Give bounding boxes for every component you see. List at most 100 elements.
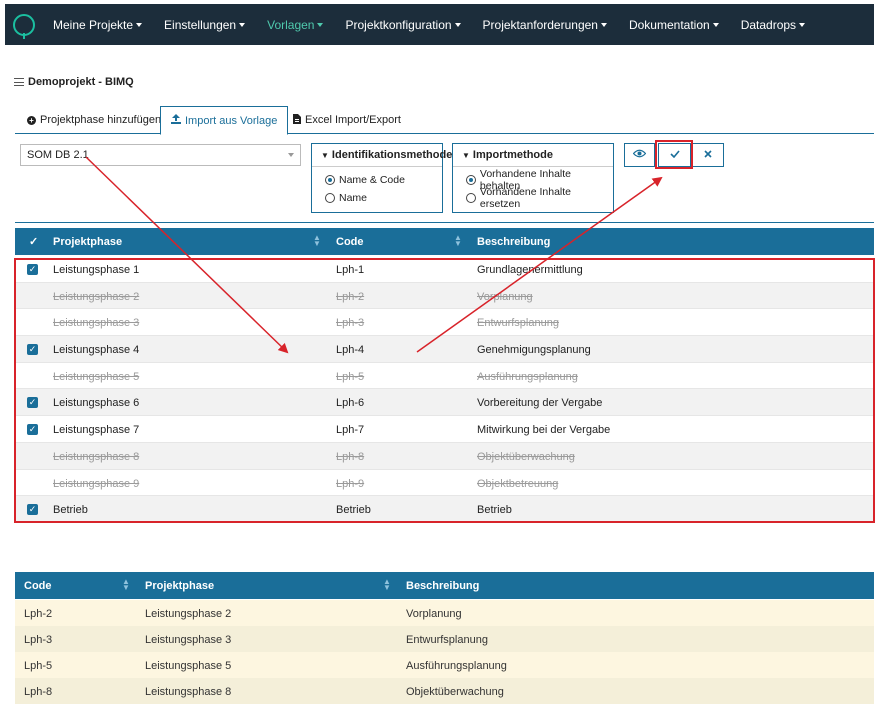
menu-icon[interactable] bbox=[14, 78, 24, 86]
cell-phase: Leistungsphase 5 bbox=[145, 660, 232, 672]
cell-description: Grundlagenermittlung bbox=[477, 264, 583, 276]
radio-name-and-code[interactable]: Name & Code bbox=[312, 171, 442, 189]
column-header-code[interactable]: Code bbox=[336, 236, 364, 248]
template-select[interactable]: SOM DB 2.1 bbox=[20, 144, 301, 166]
cell-code: Lph-6 bbox=[336, 397, 365, 410]
table-row[interactable]: ✓ Leistungsphase 6 Lph-6 Vorbereitung de… bbox=[15, 389, 874, 417]
cell-phase: Leistungsphase 2 bbox=[53, 290, 140, 303]
table-row[interactable]: Leistungsphase 3 Lph-3 Entwurfsplanung bbox=[15, 309, 874, 337]
table-row[interactable]: Leistungsphase 5 Lph-5 Ausführungsplanun… bbox=[15, 362, 874, 390]
row-checkbox[interactable]: ✓ bbox=[27, 424, 38, 436]
row-checkbox[interactable] bbox=[27, 478, 38, 489]
plus-circle-icon: + bbox=[27, 115, 36, 125]
cell-description: Objektbetreuung bbox=[477, 477, 559, 490]
tab-excel-import-export[interactable]: Excel Import/Export bbox=[283, 106, 411, 134]
cell-description: Vorbereitung der Vergabe bbox=[477, 397, 603, 410]
cell-phase: Leistungsphase 5 bbox=[53, 370, 140, 383]
cell-description: Ausführungsplanung bbox=[406, 660, 507, 672]
table-row[interactable]: Leistungsphase 9 Lph-9 Objektbetreuung bbox=[15, 469, 874, 497]
row-checkbox[interactable] bbox=[27, 371, 38, 382]
nav-item-vorlagen[interactable]: Vorlagen bbox=[267, 17, 324, 32]
close-icon bbox=[704, 149, 712, 161]
cell-description: Objektüberwachung bbox=[477, 450, 575, 463]
column-header-code[interactable]: Code bbox=[24, 580, 52, 592]
table-row[interactable]: ✓ Leistungsphase 1 Lph-1 Grundlagenermit… bbox=[15, 256, 874, 283]
row-checkbox[interactable]: ✓ bbox=[27, 264, 38, 275]
cell-code: Lph-5 bbox=[336, 370, 365, 383]
sort-icon[interactable]: ▲ ▼ bbox=[313, 234, 321, 248]
row-checkbox[interactable]: ✓ bbox=[27, 344, 38, 356]
nav-item-datadrops[interactable]: Datadrops bbox=[741, 18, 806, 32]
cell-description: Vorplanung bbox=[477, 290, 533, 303]
table-row[interactable]: Lph-8 Leistungsphase 8 Objektüberwachung bbox=[15, 678, 874, 704]
cell-code: Lph-8 bbox=[336, 450, 365, 463]
radio-replace-content[interactable]: Vorhandene Inhalte ersetzen bbox=[453, 186, 613, 210]
cell-code: Lph-3 bbox=[24, 634, 53, 646]
tab-import-aus-vorlage[interactable]: Import aus Vorlage bbox=[160, 106, 289, 135]
table-row[interactable]: Lph-3 Leistungsphase 3 Entwurfsplanung bbox=[15, 626, 874, 652]
cell-code: Betrieb bbox=[336, 504, 371, 517]
column-header-description[interactable]: Beschreibung bbox=[477, 236, 550, 248]
sort-icon[interactable]: ▲ ▼ bbox=[454, 234, 462, 248]
table-row[interactable]: ✓ Betrieb Betrieb Betrieb bbox=[15, 496, 874, 523]
table-row[interactable]: ✓ Leistungsphase 7 Lph-7 Mitwirkung bei … bbox=[15, 416, 874, 443]
import-method-header[interactable]: ▼ Importmethode bbox=[453, 144, 613, 167]
row-checkbox[interactable] bbox=[27, 291, 38, 302]
identification-method-header[interactable]: ▼ Identifikationsmethode bbox=[312, 144, 452, 167]
nav-item-meine-projekte[interactable]: Meine Projekte bbox=[53, 17, 143, 32]
caret-down-icon bbox=[239, 23, 246, 28]
caret-down-icon bbox=[136, 23, 143, 28]
caret-down-icon bbox=[712, 23, 719, 28]
caret-down-icon bbox=[799, 23, 806, 28]
cell-phase: Leistungsphase 3 bbox=[145, 634, 232, 646]
sort-icon[interactable]: ▲ ▼ bbox=[122, 578, 130, 592]
table-row[interactable]: ✓ Leistungsphase 4 Lph-4 Genehmigungspla… bbox=[15, 336, 874, 363]
row-checkbox[interactable] bbox=[27, 451, 38, 462]
row-checkbox[interactable]: ✓ bbox=[27, 397, 38, 409]
import-method-title: Importmethode bbox=[472, 149, 553, 161]
nav-item-dokumentation[interactable]: Dokumentation bbox=[629, 18, 719, 32]
cell-description: Entwurfsplanung bbox=[477, 317, 559, 330]
nav-item-projektkonfiguration[interactable]: Projektkonfiguration bbox=[345, 18, 461, 32]
select-all-checkbox[interactable]: ✓ bbox=[29, 235, 38, 248]
cell-code: Lph-4 bbox=[336, 344, 365, 357]
tab-projektphase-hinzufuegen[interactable]: + Projektphase hinzufügen bbox=[17, 106, 171, 134]
tab-label: Excel Import/Export bbox=[305, 114, 401, 126]
cancel-button[interactable] bbox=[692, 143, 724, 167]
cell-code: Lph-8 bbox=[24, 686, 53, 698]
preview-button[interactable] bbox=[624, 143, 655, 167]
project-title: Demoprojekt - BIMQ bbox=[14, 76, 134, 88]
cell-code: Lph-5 bbox=[24, 660, 53, 672]
radio-name[interactable]: Name bbox=[312, 189, 442, 207]
excluded-table-header: Code ▲ ▼ Projektphase ▲ ▼ Beschreibung bbox=[15, 572, 874, 599]
radio-label: Vorhandene Inhalte ersetzen bbox=[479, 186, 572, 210]
phase-table-body: ✓ Leistungsphase 1 Lph-1 Grundlagenermit… bbox=[15, 256, 874, 523]
excluded-table-body: Lph-2 Leistungsphase 2 Vorplanung Lph-3 … bbox=[15, 600, 874, 704]
column-header-phase[interactable]: Projektphase bbox=[145, 580, 214, 592]
phase-table-header: ✓ Projektphase ▲ ▼ Code ▲ ▼ Beschreibung bbox=[15, 228, 874, 255]
sort-icon[interactable]: ▲ ▼ bbox=[383, 578, 391, 592]
nav-label: Vorlagen bbox=[267, 17, 315, 32]
nav-item-einstellungen[interactable]: Einstellungen bbox=[164, 17, 246, 32]
nav-label: Einstellungen bbox=[164, 17, 237, 32]
tab-bar: + Projektphase hinzufügen Import aus Vor… bbox=[15, 106, 874, 135]
table-row[interactable]: Lph-2 Leistungsphase 2 Vorplanung bbox=[15, 600, 874, 626]
nav-label: Meine Projekte bbox=[53, 17, 134, 32]
table-row[interactable]: Leistungsphase 8 Lph-8 Objektüberwachung bbox=[15, 442, 874, 470]
cell-description: Entwurfsplanung bbox=[406, 634, 488, 646]
radio-indicator bbox=[325, 175, 335, 185]
nav-label: Dokumentation bbox=[628, 17, 710, 32]
table-row[interactable]: Leistungsphase 2 Lph-2 Vorplanung bbox=[15, 282, 874, 310]
radio-indicator bbox=[466, 193, 476, 203]
table-row[interactable]: Lph-5 Leistungsphase 5 Ausführungsplanun… bbox=[15, 652, 874, 678]
upload-icon bbox=[171, 114, 181, 127]
nav-item-projektanforderungen[interactable]: Projektanforderungen bbox=[483, 18, 607, 32]
logo-icon[interactable] bbox=[13, 13, 35, 39]
column-header-description[interactable]: Beschreibung bbox=[406, 580, 479, 592]
top-navigation: Meine Projekte Einstellungen Vorlagen Pr… bbox=[5, 4, 874, 45]
row-checkbox[interactable]: ✓ bbox=[27, 504, 38, 516]
column-header-phase[interactable]: Projektphase bbox=[53, 236, 122, 248]
cell-phase: Leistungsphase 9 bbox=[53, 477, 140, 490]
cell-code: Lph-3 bbox=[336, 317, 365, 330]
row-checkbox[interactable] bbox=[27, 317, 38, 328]
